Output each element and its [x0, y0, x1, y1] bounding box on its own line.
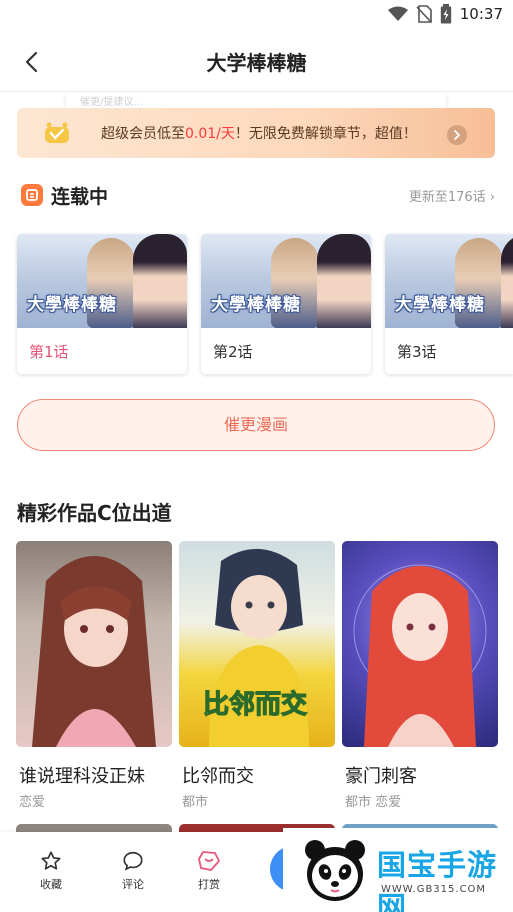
work-tags: 恋爱: [19, 795, 46, 810]
no-sim-icon: [416, 5, 432, 23]
episode-thumbnail: 大學棒棒糖: [385, 234, 513, 328]
gift-icon: [198, 851, 220, 871]
episode-thumbnail: 大學棒棒糖: [17, 234, 187, 328]
work-cover: 比邻而交: [179, 541, 335, 747]
status-bar: 10:37: [0, 0, 513, 30]
watermark-url: WWW.GB315.COM: [381, 884, 487, 895]
wifi-icon: [387, 6, 408, 21]
serial-title: 连载中: [51, 186, 109, 208]
episode-label: 第3话: [397, 343, 437, 361]
episode-thumbnail: 大學棒棒糖: [201, 234, 371, 328]
update-link[interactable]: 更新至176话 ›: [409, 186, 495, 205]
watermark: 国宝手游网 WWW.GB315.COM: [283, 828, 513, 912]
status-time: 10:37: [459, 5, 503, 23]
work-card-1[interactable]: 谁说理科没正妹 恋爱: [16, 541, 172, 810]
work-card-3[interactable]: 豪门刺客 都市 恋爱: [342, 541, 498, 810]
panda-logo-icon: [305, 840, 365, 901]
vip-price: 0.01/天: [185, 126, 235, 142]
vip-text: 超级会员低至0.01/天！无限免费解锁章节，超值！: [101, 123, 417, 143]
comment-label: 评论: [122, 878, 144, 891]
urge-update-button[interactable]: 催更漫画: [17, 399, 495, 451]
comment-icon: [123, 851, 143, 871]
vip-arrow-button[interactable]: [447, 125, 467, 145]
work-cover: [16, 541, 172, 747]
chevron-right-icon: [454, 130, 461, 140]
favorite-label: 收藏: [40, 878, 62, 891]
work-title: 豪门刺客: [345, 766, 417, 787]
comment-tab[interactable]: 评论: [108, 850, 158, 892]
cover-text: 比邻而交: [203, 689, 307, 720]
work-tags: 都市: [182, 795, 209, 810]
vip-crown-icon: [45, 122, 69, 143]
featured-section-title: 精彩作品C位出道: [17, 501, 172, 525]
episode-logo-text: 大學棒棒糖: [211, 295, 301, 315]
comment-input-placeholder: 催更/提建议...: [80, 97, 143, 108]
status-icons: 10:37: [387, 4, 503, 24]
serial-section-header: 连载中 更新至176话 ›: [17, 180, 497, 210]
vip-prefix: 超级会员低至: [101, 126, 185, 142]
episode-logo-text: 大學棒棒糖: [395, 295, 485, 315]
reward-tab[interactable]: 打赏: [184, 850, 234, 892]
work-tags: 都市 恋爱: [345, 795, 402, 810]
episode-label: 第2话: [213, 343, 253, 361]
episode-card-1[interactable]: 大學棒棒糖 第1话: [17, 234, 187, 374]
work-card-2[interactable]: 比邻而交 比邻而交 都市: [179, 541, 335, 810]
book-icon: [21, 184, 43, 206]
favorite-tab[interactable]: 收藏: [26, 850, 76, 892]
episode-card-3[interactable]: 大學棒棒糖 第3话: [385, 234, 513, 374]
star-icon: [41, 851, 61, 870]
work-title: 谁说理科没正妹: [19, 766, 145, 787]
vip-banner[interactable]: 超级会员低至0.01/天！无限免费解锁章节，超值！: [17, 108, 495, 158]
episode-logo-text: 大學棒棒糖: [27, 295, 117, 315]
vip-suffix: ！无限免费解锁章节，超值！: [234, 126, 417, 142]
work-title: 比邻而交: [182, 766, 254, 787]
watermark-text: 国宝手游网: [377, 848, 498, 912]
nav-bar: 大学棒棒糖: [0, 30, 513, 92]
work-cover: [342, 541, 498, 747]
reward-label: 打赏: [198, 878, 220, 891]
page-title: 大学棒棒糖: [206, 51, 307, 75]
battery-icon: [440, 4, 451, 24]
episode-label: 第1话: [29, 343, 69, 361]
episode-card-2[interactable]: 大學棒棒糖 第2话: [201, 234, 371, 374]
